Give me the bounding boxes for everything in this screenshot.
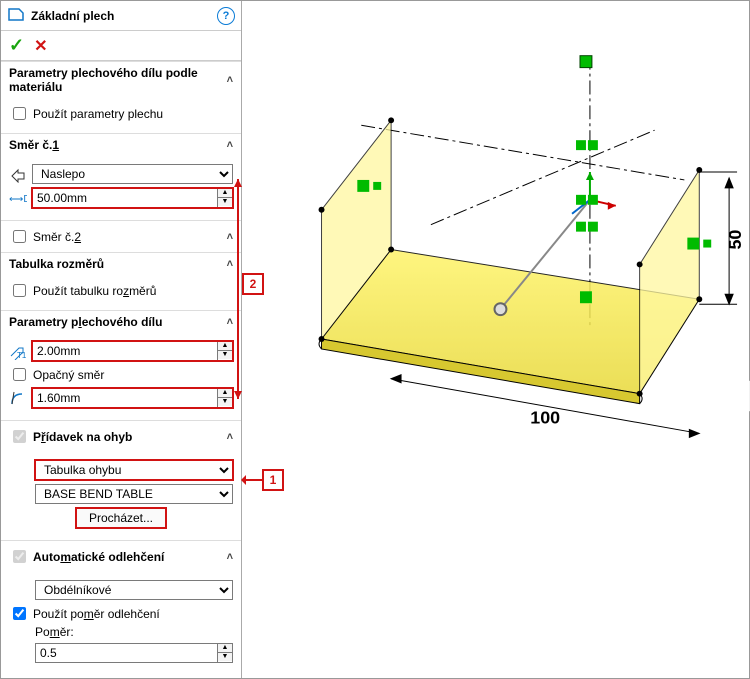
bend-table-select[interactable]: BASE BEND TABLE bbox=[35, 484, 233, 504]
use-relief-ratio-checkbox[interactable]: Použít poměr odlehčení bbox=[9, 604, 233, 623]
bend-radius-icon bbox=[9, 389, 27, 407]
depth-icon: ⟷D1 bbox=[9, 189, 27, 207]
bend-allowance-type-select[interactable]: Tabulka ohybu bbox=[35, 460, 233, 480]
feature-icon bbox=[7, 5, 25, 26]
section-direction1: Směr č.1 bbox=[9, 138, 59, 152]
section-gauge-table: Tabulka rozměrů bbox=[9, 257, 104, 271]
graphics-viewport[interactable]: 1 2 bbox=[242, 1, 749, 678]
auto-relief-checkbox[interactable]: Automatické odlehčení bbox=[9, 547, 164, 566]
use-gauge-table-checkbox[interactable]: Použít tabulku rozměrů bbox=[9, 281, 233, 300]
bend-allowance-checkbox[interactable]: Přídavek na ohyb bbox=[9, 427, 132, 446]
direction2-checkbox[interactable]: Směr č.2 bbox=[9, 227, 81, 246]
spin-down-icon[interactable]: ▼ bbox=[218, 652, 232, 661]
relief-type-select[interactable]: Obdélníkové bbox=[35, 580, 233, 600]
section-sheet-material: Parametry plechového dílu podle materiál… bbox=[9, 66, 227, 94]
model-preview: 100 50 bbox=[242, 1, 749, 676]
spin-up-icon[interactable]: ▲ bbox=[218, 644, 232, 652]
use-sheet-params-checkbox[interactable]: Použít parametry plechu bbox=[9, 104, 233, 123]
chevron-up-icon[interactable]: ˄ bbox=[227, 139, 233, 151]
svg-text:50: 50 bbox=[725, 230, 745, 250]
reverse-thickness-checkbox[interactable]: Opačný směr bbox=[9, 365, 233, 384]
chevron-up-icon[interactable]: ˄ bbox=[227, 551, 233, 563]
thickness-icon: T1 bbox=[9, 342, 27, 360]
thickness-input[interactable]: ▲▼ bbox=[32, 341, 233, 361]
svg-text:⟷D1: ⟷D1 bbox=[9, 194, 27, 205]
ok-button[interactable]: ✓ bbox=[9, 35, 24, 56]
chevron-up-icon[interactable]: ˄ bbox=[227, 74, 233, 86]
direction1-depth-input[interactable]: ▲▼ bbox=[32, 188, 233, 208]
reverse-direction-icon[interactable] bbox=[9, 165, 27, 183]
browse-button[interactable]: Procházet... bbox=[76, 508, 166, 528]
svg-text:100: 100 bbox=[530, 407, 560, 427]
section-sheet-params: Parametry plechového dílu bbox=[9, 315, 162, 329]
help-icon[interactable]: ? bbox=[217, 7, 235, 25]
panel-title: Základní plech bbox=[31, 9, 217, 23]
ratio-label: Poměr: bbox=[35, 625, 233, 639]
direction1-type-select[interactable]: Naslepo bbox=[32, 164, 233, 184]
svg-text:T1: T1 bbox=[17, 351, 27, 360]
relief-ratio-input[interactable]: ▲▼ bbox=[35, 643, 233, 663]
bend-radius-input[interactable]: ▲▼ bbox=[32, 388, 233, 408]
cancel-button[interactable]: ✕ bbox=[34, 36, 47, 56]
